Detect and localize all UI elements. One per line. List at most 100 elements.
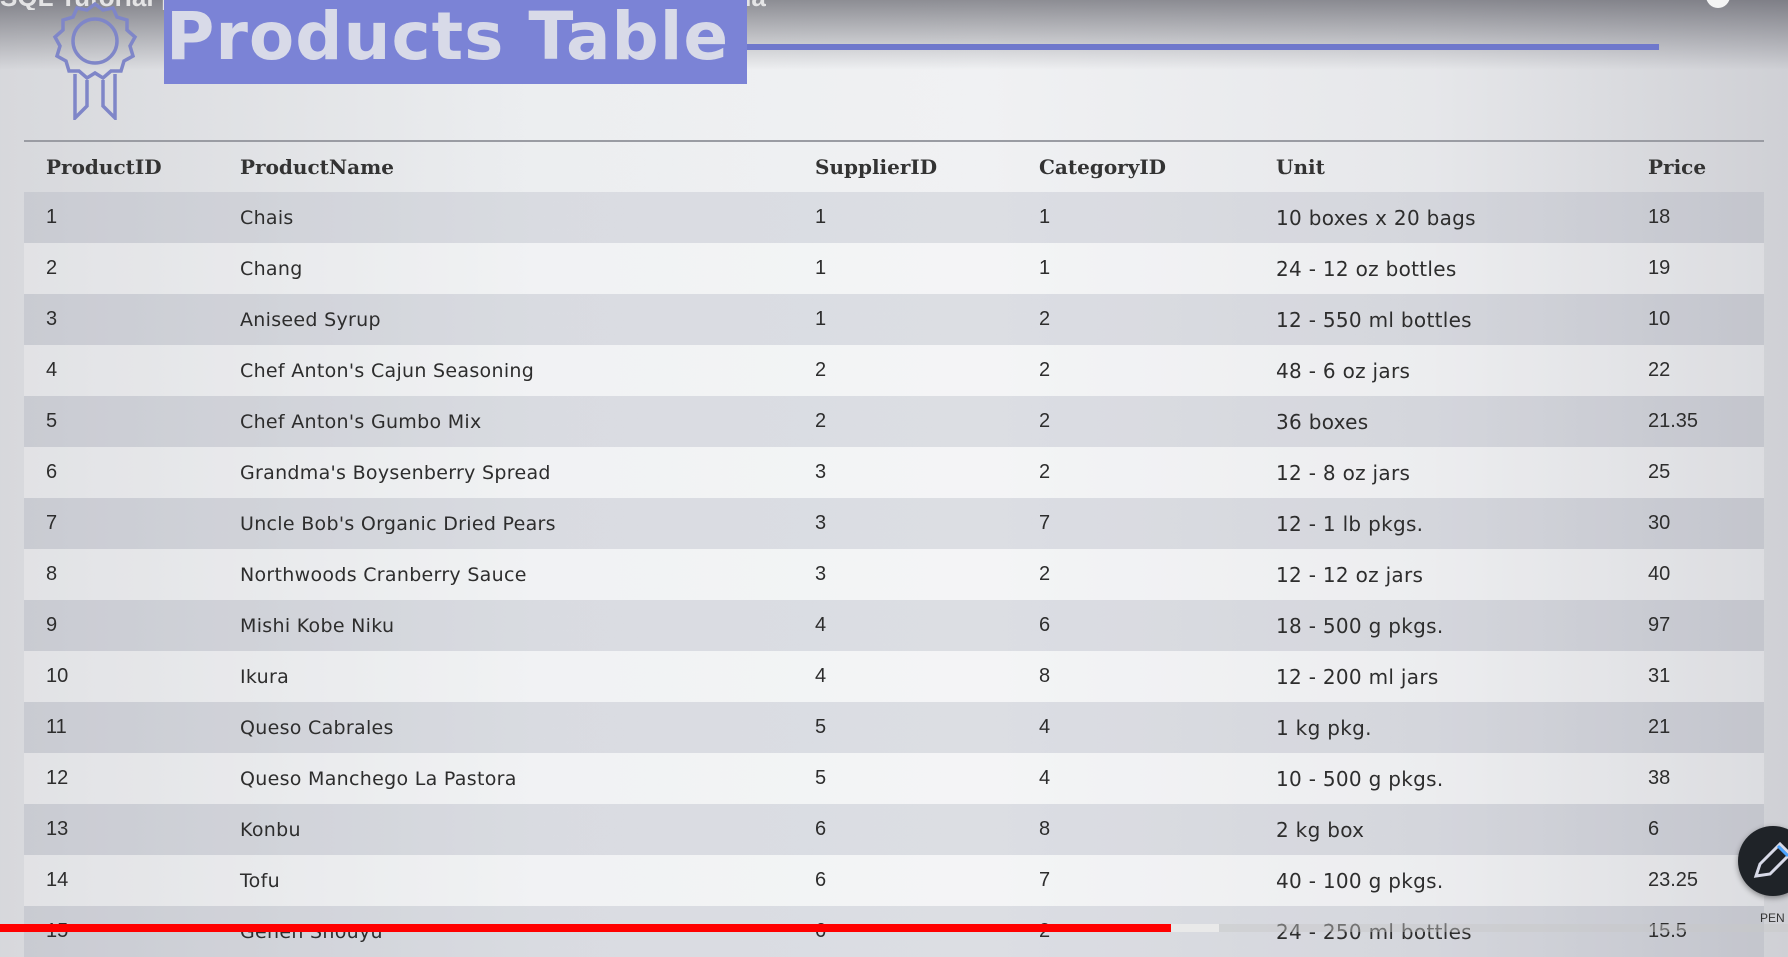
table-body: 1 Chais 1 1 10 boxes x 20 bags 18 2 Chang 1 1 24 -…	[24, 192, 1764, 957]
cell-unit: 10 - 500 g pkgs.	[1276, 753, 1648, 804]
table-row: 9 Mishi Kobe Niku 4 6 18 - 500 g pkgs. 97	[24, 600, 1764, 651]
table-row: 4 Chef Anton's Cajun Seasoning 2 2 48 - 6 oz…	[24, 345, 1764, 396]
pen-tool-button[interactable]	[1738, 826, 1788, 896]
cell-price: 10	[1648, 294, 1764, 345]
cell-unit: 1 kg pkg.	[1276, 702, 1648, 753]
cell-category-id: 2	[1039, 549, 1276, 600]
cell-product-id: 9	[24, 600, 240, 651]
cell-product-name: Grandma's Boysenberry Spread	[240, 447, 815, 498]
cell-product-id: 7	[24, 498, 240, 549]
cell-product-name: Chef Anton's Gumbo Mix	[240, 396, 815, 447]
cell-product-name: Chef Anton's Cajun Seasoning	[240, 345, 815, 396]
cell-unit: 36 boxes	[1276, 396, 1648, 447]
cell-price: 97	[1648, 600, 1764, 651]
table-row: 7 Uncle Bob's Organic Dried Pears 3 7 12 - 1…	[24, 498, 1764, 549]
cell-product-name: Konbu	[240, 804, 815, 855]
cell-category-id: 4	[1039, 753, 1276, 804]
cell-unit: 12 - 8 oz jars	[1276, 447, 1648, 498]
cell-unit: 40 - 100 g pkgs.	[1276, 855, 1648, 906]
products-table: ProductID ProductName SupplierID CategoryID…	[24, 142, 1764, 957]
cell-product-name: Chais	[240, 192, 815, 243]
cell-category-id: 8	[1039, 804, 1276, 855]
cell-supplier-id: 1	[815, 294, 1039, 345]
header-category-id: CategoryID	[1039, 155, 1167, 179]
video-progress-bar[interactable]	[0, 924, 1788, 932]
cell-product-name: Queso Cabrales	[240, 702, 815, 753]
cell-unit: 12 - 200 ml jars	[1276, 651, 1648, 702]
cell-product-id: 5	[24, 396, 240, 447]
cell-price: 18	[1648, 192, 1764, 243]
table-row: 1 Chais 1 1 10 boxes x 20 bags 18	[24, 192, 1764, 243]
table-row: 10 Ikura 4 8 12 - 200 ml jars 31	[24, 651, 1764, 702]
cell-product-id: 10	[24, 651, 240, 702]
cell-unit: 48 - 6 oz jars	[1276, 345, 1648, 396]
products-table-container: ProductID ProductName SupplierID CategoryID…	[24, 142, 1764, 957]
slide-title: Products Table	[166, 0, 730, 75]
cell-price: 21	[1648, 702, 1764, 753]
cell-unit: 12 - 12 oz jars	[1276, 549, 1648, 600]
header-unit: Unit	[1276, 155, 1325, 179]
cell-supplier-id: 1	[815, 243, 1039, 294]
cell-unit: 12 - 550 ml bottles	[1276, 294, 1648, 345]
cell-product-id: 6	[24, 447, 240, 498]
cell-category-id: 7	[1039, 498, 1276, 549]
cell-product-name: Mishi Kobe Niku	[240, 600, 815, 651]
cell-supplier-id: 2	[815, 345, 1039, 396]
table-row: 5 Chef Anton's Gumbo Mix 2 2 36 boxes 21.35	[24, 396, 1764, 447]
cell-category-id: 8	[1039, 651, 1276, 702]
cell-price: 19	[1648, 243, 1764, 294]
cell-product-id: 3	[24, 294, 240, 345]
cell-category-id: 2	[1039, 345, 1276, 396]
cell-unit: 12 - 1 lb pkgs.	[1276, 498, 1648, 549]
cell-supplier-id: 5	[815, 702, 1039, 753]
table-row: 13 Konbu 6 8 2 kg box 6	[24, 804, 1764, 855]
cell-unit: 10 boxes x 20 bags	[1276, 192, 1648, 243]
cell-supplier-id: 1	[815, 192, 1039, 243]
cell-unit: 2 kg box	[1276, 804, 1648, 855]
cell-supplier-id: 6	[815, 855, 1039, 906]
pen-tool-label: PEN	[1760, 911, 1785, 925]
table-row: 11 Queso Cabrales 5 4 1 kg pkg. 21	[24, 702, 1764, 753]
table-row: 12 Queso Manchego La Pastora 5 4 10 - 500 g …	[24, 753, 1764, 804]
cell-supplier-id: 2	[815, 396, 1039, 447]
cell-product-id: 11	[24, 702, 240, 753]
cell-category-id: 2	[1039, 396, 1276, 447]
cell-price: 40	[1648, 549, 1764, 600]
header-product-id: ProductID	[46, 155, 162, 179]
cell-product-id: 12	[24, 753, 240, 804]
cell-price: 21.35	[1648, 396, 1764, 447]
table-row: 8 Northwoods Cranberry Sauce 3 2 12 - 12 oz …	[24, 549, 1764, 600]
award-ribbon-icon	[52, 1, 138, 120]
cell-product-id: 4	[24, 345, 240, 396]
cell-unit: 24 - 12 oz bottles	[1276, 243, 1648, 294]
table-row: 14 Tofu 6 7 40 - 100 g pkgs. 23.25	[24, 855, 1764, 906]
header-product-name: ProductName	[240, 155, 394, 179]
cell-price: 22	[1648, 345, 1764, 396]
cell-product-id: 1	[24, 192, 240, 243]
cell-price: 25	[1648, 447, 1764, 498]
header-price: Price	[1648, 155, 1707, 179]
cell-category-id: 1	[1039, 243, 1276, 294]
cell-supplier-id: 4	[815, 651, 1039, 702]
cell-supplier-id: 3	[815, 498, 1039, 549]
cell-category-id: 2	[1039, 294, 1276, 345]
cell-price: 31	[1648, 651, 1764, 702]
cell-unit: 18 - 500 g pkgs.	[1276, 600, 1648, 651]
cell-price: 30	[1648, 498, 1764, 549]
table-row: 2 Chang 1 1 24 - 12 oz bottles 19	[24, 243, 1764, 294]
table-row: 6 Grandma's Boysenberry Spread 3 2 12 - 8 oz…	[24, 447, 1764, 498]
table-row: 3 Aniseed Syrup 1 2 12 - 550 ml bottles 10	[24, 294, 1764, 345]
cell-category-id: 6	[1039, 600, 1276, 651]
title-divider	[747, 44, 1659, 50]
cell-product-id: 8	[24, 549, 240, 600]
cell-category-id: 7	[1039, 855, 1276, 906]
cell-category-id: 4	[1039, 702, 1276, 753]
progress-played	[0, 924, 1172, 932]
pen-icon	[1753, 841, 1788, 878]
cell-product-name: Uncle Bob's Organic Dried Pears	[240, 498, 815, 549]
cell-product-name: Northwoods Cranberry Sauce	[240, 549, 815, 600]
cell-product-name: Queso Manchego La Pastora	[240, 753, 815, 804]
cell-product-id: 2	[24, 243, 240, 294]
table-header-row: ProductID ProductName SupplierID CategoryID…	[24, 142, 1764, 192]
cell-product-name: Aniseed Syrup	[240, 294, 815, 345]
